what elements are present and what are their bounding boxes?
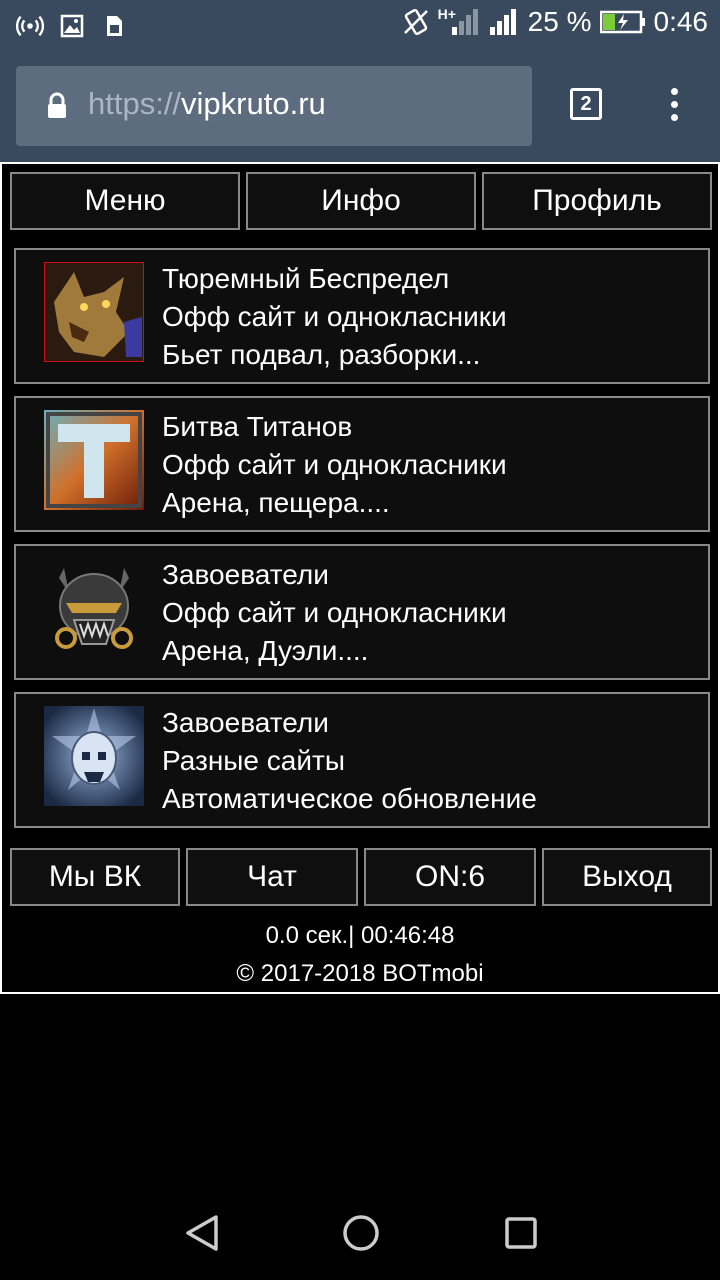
- browser-toolbar: https://vipkruto.ru 2: [0, 52, 720, 162]
- game-card[interactable]: Тюремный Беспредел Офф сайт и однокласни…: [14, 248, 710, 384]
- game-source: Разные сайты: [162, 745, 345, 776]
- game-card[interactable]: Битва Титанов Офф сайт и однокласники Ар…: [14, 396, 710, 532]
- tabs-count-button[interactable]: 2: [570, 88, 602, 120]
- game-source: Офф сайт и однокласники: [162, 301, 507, 332]
- bottom-nav: Мы ВК Чат ON:6 Выход: [10, 848, 712, 908]
- game-text: Завоеватели Офф сайт и однокласники Арен…: [162, 556, 507, 670]
- info-button[interactable]: Инфо: [246, 172, 476, 230]
- game-features: Арена, пещера....: [162, 487, 390, 518]
- game-title: Завоеватели: [162, 707, 329, 738]
- lock-icon: [46, 92, 68, 125]
- game-title: Тюремный Беспредел: [162, 263, 450, 294]
- hotspot-icon: [16, 10, 44, 42]
- game-source: Офф сайт и однокласники: [162, 597, 507, 628]
- recents-icon[interactable]: [504, 1216, 538, 1255]
- android-nav-bar: [0, 1180, 720, 1280]
- profile-button[interactable]: Профиль: [482, 172, 712, 230]
- game-features: Бьет подвал, разборки...: [162, 339, 481, 370]
- home-icon[interactable]: [342, 1214, 380, 1257]
- game-text: Битва Титанов Офф сайт и однокласники Ар…: [162, 408, 507, 522]
- game-source: Офф сайт и однокласники: [162, 449, 507, 480]
- page-timing: 0.0 сек.| 00:46:48: [265, 922, 455, 949]
- signal-icon: [488, 6, 520, 38]
- game-text: Завоеватели Разные сайты Автоматическое …: [162, 704, 537, 818]
- game-thumbnail-conquerors-skull: [44, 706, 144, 806]
- url-host: vipkruto.ru: [181, 86, 326, 121]
- image-icon: [58, 10, 86, 42]
- status-right-icons: H+ 25 % 0:46: [402, 6, 708, 38]
- game-card[interactable]: Завоеватели Разные сайты Автоматическое …: [14, 692, 710, 828]
- top-nav: Меню Инфо Профиль: [10, 172, 712, 232]
- game-thumbnail-conquerors-helmet: [44, 558, 144, 658]
- game-thumbnail-prison: [43, 261, 145, 363]
- game-features: Автоматическое обновление: [162, 783, 537, 814]
- signal-h-icon: H+: [438, 6, 480, 38]
- url-text[interactable]: https://vipkruto.ru: [88, 86, 326, 122]
- url-bar[interactable]: https://vipkruto.ru: [16, 66, 532, 146]
- battery-percent: 25 %: [527, 6, 592, 37]
- menu-button[interactable]: Меню: [10, 172, 240, 230]
- battery-charging-icon: [599, 6, 646, 38]
- game-card[interactable]: Завоеватели Офф сайт и однокласники Арен…: [14, 544, 710, 680]
- vibrate-icon: [402, 6, 430, 38]
- game-title: Битва Титанов: [162, 411, 353, 442]
- overflow-menu-icon[interactable]: [664, 88, 684, 128]
- back-icon[interactable]: [184, 1214, 220, 1257]
- clock: 0:46: [653, 6, 709, 37]
- game-thumbnail-titans: [44, 410, 144, 510]
- vk-button[interactable]: Мы ВК: [10, 848, 180, 906]
- game-features: Арена, Дуэли....: [162, 635, 369, 666]
- status-left-icons: [16, 10, 128, 42]
- network-type: H+: [437, 6, 456, 22]
- url-protocol: https://: [88, 86, 182, 121]
- copyright: © 2017-2018 BOTmobi: [236, 960, 484, 987]
- chat-button[interactable]: Чат: [186, 848, 358, 906]
- page-content: Меню Инфо Профиль Тюремный Беспредел Офф…: [0, 162, 720, 994]
- game-text: Тюремный Беспредел Офф сайт и однокласни…: [162, 260, 507, 374]
- game-title: Завоеватели: [162, 559, 329, 590]
- logout-button[interactable]: Выход: [542, 848, 712, 906]
- sim-icon: [100, 10, 128, 42]
- online-count-button[interactable]: ON:6: [364, 848, 536, 906]
- status-bar: H+ 25 % 0:46: [0, 0, 720, 52]
